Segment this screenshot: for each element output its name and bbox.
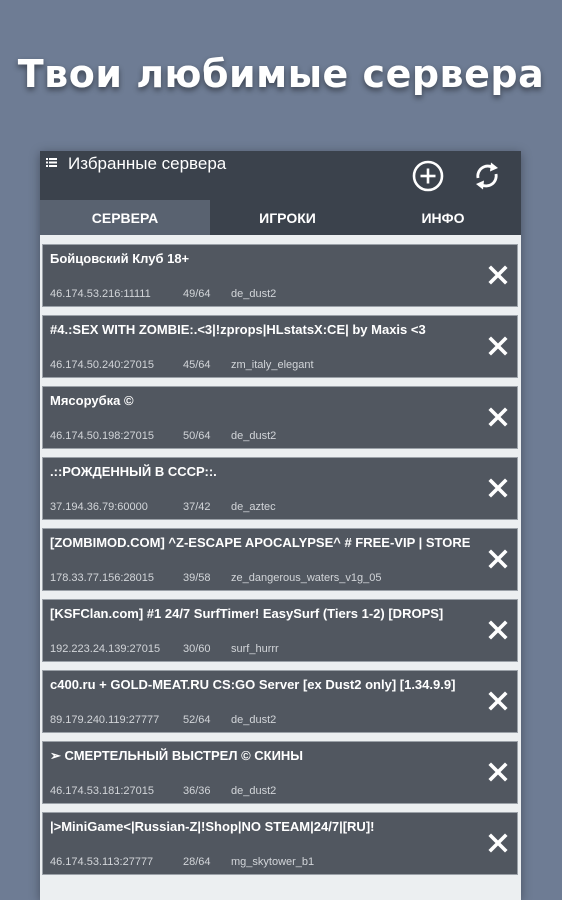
server-item[interactable]: #4.:SEX WITH ZOMBIE:.<3|!zprops|HLstatsX… [42, 315, 518, 378]
app-title: Избранные сервера [68, 154, 227, 173]
close-icon[interactable] [488, 833, 508, 853]
server-address: 46.174.53.113:27777 [50, 856, 154, 868]
server-address: 37.194.36.79:60000 [50, 501, 148, 513]
server-item[interactable]: Бойцовский Клуб 18+ 46.174.53.216:11111 4… [42, 244, 518, 307]
server-players: 39/58 [183, 572, 211, 584]
server-address: 192.223.24.139:27015 [50, 643, 161, 655]
server-item[interactable]: c400.ru + GOLD-MEAT.RU CS:GO Server [ex … [42, 670, 518, 733]
close-icon[interactable] [488, 691, 508, 711]
server-name: [KSFClan.com] #1 24/7 SurfTimer! EasySur… [50, 606, 444, 621]
server-meta: 46.174.53.113:27777 28/64 mg_skytower_b1 [50, 856, 314, 868]
add-circle-icon [412, 160, 444, 192]
server-item[interactable]: ➢ СМЕРТЕЛЬНЫЙ ВЫСТРЕЛ © СКИНЫ 46.174.53.… [42, 741, 518, 804]
server-meta: 37.194.36.79:60000 37/42 de_aztec [50, 501, 276, 513]
server-map: de_aztec [231, 501, 276, 513]
server-map: ze_dangerous_waters_v1g_05 [231, 572, 382, 584]
server-name: ➢ СМЕРТЕЛЬНЫЙ ВЫСТРЕЛ © СКИНЫ [50, 748, 304, 763]
promo-headline: Твои любимые сервера [17, 52, 545, 96]
server-players: 49/64 [183, 288, 211, 300]
server-name: Бойцовский Клуб 18+ [50, 251, 190, 266]
server-players: 52/64 [183, 714, 211, 726]
server-map: zm_italy_elegant [231, 359, 314, 371]
close-icon[interactable] [488, 620, 508, 640]
add-server-button[interactable] [411, 159, 445, 193]
server-meta: 46.174.50.198:27015 50/64 de_dust2 [50, 430, 276, 442]
server-players: 50/64 [183, 430, 211, 442]
server-meta: 46.174.50.240:27015 45/64 zm_italy_elegant [50, 359, 314, 371]
server-name: Мясорубка © [50, 393, 134, 408]
server-address: 46.174.50.198:27015 [50, 430, 154, 442]
server-address: 178.33.77.156:28015 [50, 572, 154, 584]
server-item[interactable]: |>MiniGame<|Russian-Z|!Shop|NO STEAM|24/… [42, 812, 518, 875]
tab-servers[interactable]: СЕРВЕРА [40, 200, 210, 235]
server-address: 46.174.53.181:27015 [50, 785, 154, 797]
close-icon[interactable] [488, 549, 508, 569]
server-players: 36/36 [183, 785, 211, 797]
app-bar: Избранные сервера СЕРВЕРА ИГРОКИ ИНФО [40, 151, 521, 235]
refresh-icon [476, 162, 498, 190]
app-window: Избранные сервера СЕРВЕРА ИГРОКИ ИНФО Бо [40, 151, 521, 900]
server-name: |>MiniGame<|Russian-Z|!Shop|NO STEAM|24/… [50, 819, 375, 834]
server-meta: 46.174.53.216:11111 49/64 de_dust2 [50, 288, 276, 300]
server-address: 46.174.53.216:11111 [50, 288, 151, 300]
server-item[interactable]: [ZOMBIMOD.COM] ^Z-ESCAPE APOCALYPSE^ # F… [42, 528, 518, 591]
close-icon[interactable] [488, 478, 508, 498]
server-name: c400.ru + GOLD-MEAT.RU CS:GO Server [ex … [50, 677, 456, 692]
list-icon[interactable] [46, 158, 57, 167]
server-players: 45/64 [183, 359, 211, 371]
server-players: 37/42 [183, 501, 211, 513]
server-item[interactable]: Мясорубка © 46.174.50.198:27015 50/64 de_d… [42, 386, 518, 449]
server-item[interactable]: .::РОЖДЕННЫЙ В СССР::. 37.194.36.79:6000… [42, 457, 518, 520]
tab-info[interactable]: ИНФО [365, 200, 521, 235]
close-icon[interactable] [488, 762, 508, 782]
server-players: 30/60 [183, 643, 211, 655]
close-icon[interactable] [488, 407, 508, 427]
server-name: #4.:SEX WITH ZOMBIE:.<3|!zprops|HLstatsX… [50, 322, 426, 337]
server-meta: 46.174.53.181:27015 36/36 de_dust2 [50, 785, 276, 797]
tab-bar: СЕРВЕРА ИГРОКИ ИНФО [40, 200, 521, 235]
close-icon[interactable] [488, 336, 508, 356]
server-meta: 89.179.240.119:27777 52/64 de_dust2 [50, 714, 276, 726]
server-map: de_dust2 [231, 430, 277, 442]
server-map: de_dust2 [231, 785, 277, 797]
server-address: 89.179.240.119:27777 [50, 714, 160, 726]
server-map: mg_skytower_b1 [231, 856, 315, 868]
server-map: de_dust2 [231, 288, 277, 300]
server-players: 28/64 [183, 856, 211, 868]
server-meta: 178.33.77.156:28015 39/58 ze_dangerous_wat… [50, 572, 381, 584]
refresh-button[interactable] [470, 159, 504, 193]
server-map: surf_hurrr [231, 643, 279, 655]
close-icon[interactable] [488, 265, 508, 285]
server-map: de_dust2 [231, 714, 277, 726]
server-name: [ZOMBIMOD.COM] ^Z-ESCAPE APOCALYPSE^ # F… [50, 535, 471, 550]
server-address: 46.174.50.240:27015 [50, 359, 154, 371]
tab-players[interactable]: ИГРОКИ [210, 200, 365, 235]
server-meta: 192.223.24.139:27015 30/60 surf_hurrr [50, 643, 279, 655]
server-name: .::РОЖДЕННЫЙ В СССР::. [50, 464, 217, 479]
server-item[interactable]: [KSFClan.com] #1 24/7 SurfTimer! EasySur… [42, 599, 518, 662]
